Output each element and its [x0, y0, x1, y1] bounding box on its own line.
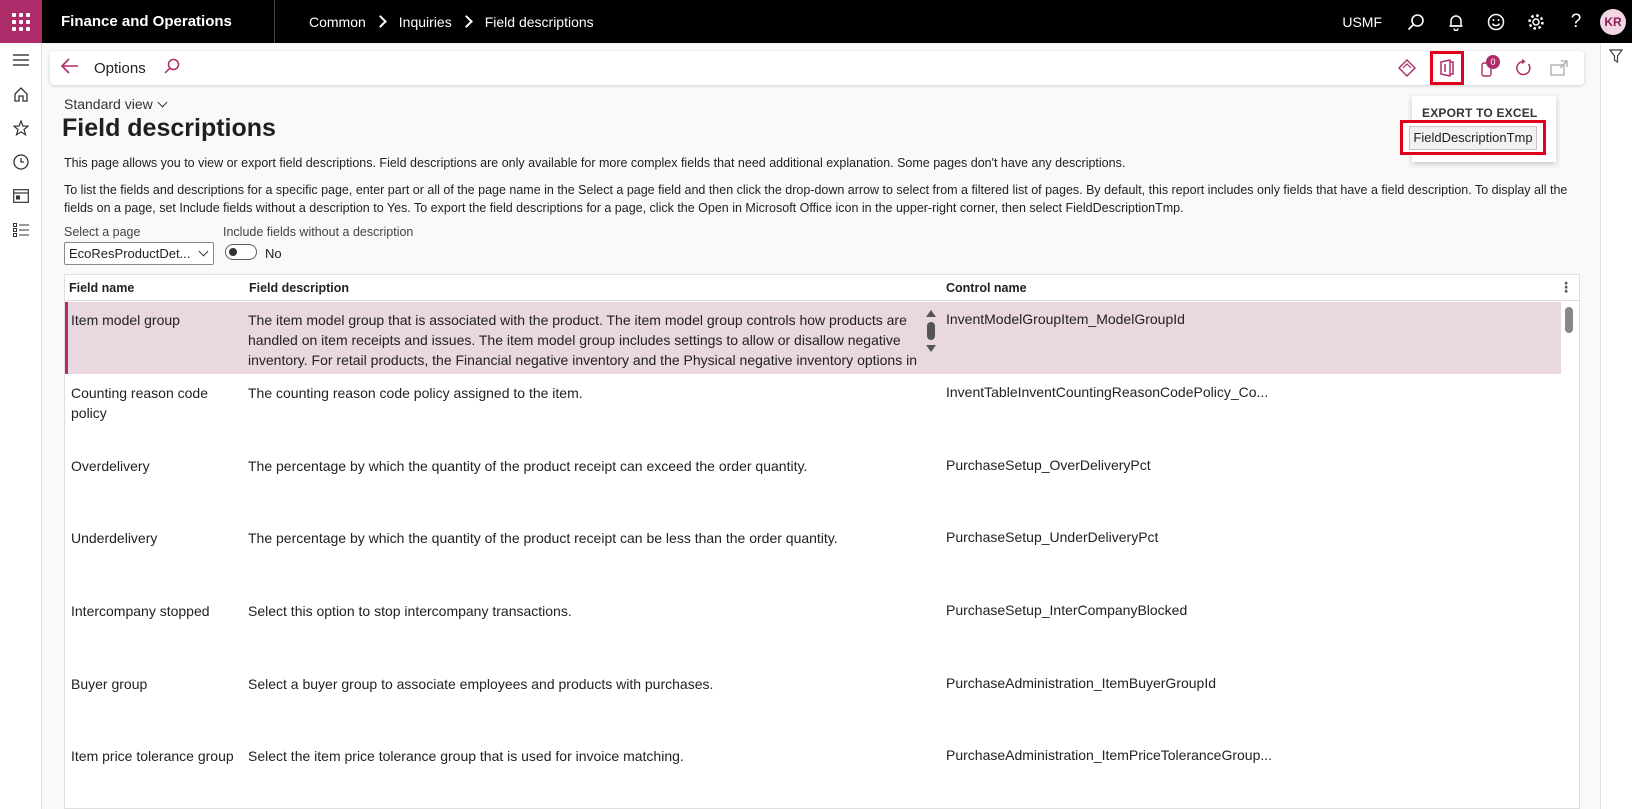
- chevron-right-icon: [373, 15, 387, 28]
- field-description-cell: The counting reason code policy assigned…: [248, 385, 583, 401]
- control-name-cell: PurchaseAdministration_ItemBuyerGroupId: [946, 675, 1217, 691]
- column-header-field-name[interactable]: Field name: [69, 281, 134, 295]
- grid-header: Field name Field description Control nam…: [65, 275, 1579, 301]
- column-header-control-name[interactable]: Control name: [946, 281, 1027, 295]
- app-launcher-button[interactable]: [0, 0, 42, 43]
- control-name-cell: PurchaseSetup_OverDeliveryPct: [946, 457, 1151, 473]
- include-fields-value: No: [265, 246, 282, 261]
- field-name-cell: Underdelivery: [71, 530, 158, 546]
- breadcrumb-field-descriptions[interactable]: Field descriptions: [485, 14, 594, 30]
- search-icon[interactable]: [1396, 0, 1436, 43]
- field-name-cell: Item model group: [71, 312, 180, 328]
- table-row[interactable]: Underdelivery The percentage by which th…: [65, 520, 1561, 592]
- back-arrow-icon[interactable]: [54, 57, 86, 80]
- left-navigation: [0, 43, 42, 809]
- bell-icon[interactable]: [1436, 0, 1476, 43]
- top-right-tools: USMF ? KR: [1342, 0, 1632, 43]
- field-name-cell: Buyer group: [71, 676, 148, 692]
- table-row[interactable]: Counting reason code policy The counting…: [65, 375, 1561, 447]
- select-page-value: EcoResProductDet...: [69, 246, 191, 261]
- open-in-office-button[interactable]: [1430, 51, 1464, 85]
- field-description-cell: Select a buyer group to associate employ…: [248, 676, 714, 692]
- filter-icon[interactable]: [1608, 49, 1624, 67]
- view-selector-label: Standard view: [64, 96, 153, 112]
- attachment-count-badge: 0: [1486, 55, 1500, 69]
- field-description-cell: The item model group that is associated …: [248, 312, 917, 368]
- table-row[interactable]: Intercompany stopped Select this option …: [65, 593, 1561, 665]
- table-row[interactable]: Buyer group Select a buyer group to asso…: [65, 666, 1561, 738]
- diamond-icon[interactable]: [1394, 55, 1420, 81]
- help-icon[interactable]: ?: [1556, 0, 1596, 43]
- home-icon[interactable]: [0, 77, 42, 111]
- scroll-up-icon[interactable]: [926, 310, 936, 317]
- breadcrumb: Common Inquiries Field descriptions: [275, 14, 594, 30]
- clock-icon[interactable]: [0, 145, 42, 179]
- smiley-icon[interactable]: [1476, 0, 1516, 43]
- control-name-cell: PurchaseAdministration_ItemPriceToleranc…: [946, 747, 1273, 763]
- export-menu-title: EXPORT TO EXCEL: [1422, 106, 1538, 120]
- breadcrumb-inquiries[interactable]: Inquiries: [399, 14, 452, 30]
- cell-scrollbar[interactable]: [924, 308, 938, 370]
- grid-scrollbar[interactable]: [1565, 305, 1575, 805]
- view-selector[interactable]: Standard view: [64, 96, 168, 112]
- field-name-cell: Intercompany stopped: [71, 603, 210, 619]
- toggle-knob: [229, 248, 237, 256]
- company-picker[interactable]: USMF: [1342, 14, 1382, 30]
- table-row[interactable]: Item price tolerance group Select the it…: [65, 738, 1561, 808]
- field-name-cell: Item price tolerance group: [71, 748, 234, 764]
- page-title: Field descriptions: [62, 114, 276, 142]
- gear-icon[interactable]: [1516, 0, 1556, 43]
- list-icon[interactable]: [0, 213, 42, 247]
- avatar[interactable]: KR: [1600, 8, 1626, 35]
- control-name-cell: PurchaseSetup_UnderDeliveryPct: [946, 529, 1159, 545]
- field-description-cell: Select the item price tolerance group th…: [248, 748, 684, 764]
- more-options-icon[interactable]: ⋮: [1559, 279, 1573, 296]
- action-pane: Options 0: [50, 51, 1584, 85]
- table-row[interactable]: Overdelivery The percentage by which the…: [65, 448, 1561, 520]
- column-header-field-description[interactable]: Field description: [249, 281, 349, 295]
- control-name-cell: PurchaseSetup_InterCompanyBlocked: [946, 602, 1188, 618]
- control-name-cell: InventModelGroupItem_ModelGroupId: [946, 311, 1185, 327]
- refresh-icon[interactable]: [1510, 55, 1536, 81]
- field-name-cell: Overdelivery: [71, 458, 150, 474]
- page-description: This page allows you to view or export f…: [64, 156, 1126, 170]
- export-item-highlight: FieldDescriptionTmp: [1400, 120, 1546, 155]
- chevron-right-icon: [459, 15, 473, 28]
- right-rail: [1600, 43, 1632, 809]
- scroll-down-icon[interactable]: [926, 345, 936, 352]
- field-description-cell: Select this option to stop intercompany …: [248, 603, 572, 619]
- app-name[interactable]: Finance and Operations: [42, 0, 275, 43]
- field-description-cell: The percentage by which the quantity of …: [248, 458, 808, 474]
- main-content: Options 0 Standard view Field descriptio…: [42, 43, 1600, 809]
- page-instructions: To list the fields and descriptions for …: [64, 183, 1568, 215]
- star-icon[interactable]: [0, 111, 42, 145]
- chevron-down-icon: [198, 246, 209, 257]
- field-descriptions-grid: Field name Field description Control nam…: [64, 274, 1580, 809]
- export-to-excel-menu: EXPORT TO EXCEL FieldDescriptionTmp: [1400, 96, 1556, 162]
- control-name-cell: InventTableInventCountingReasonCodePolic…: [946, 384, 1269, 400]
- chevron-down-icon: [157, 97, 168, 108]
- workspace-icon[interactable]: [0, 179, 42, 213]
- field-name-cell: Counting reason code policy: [71, 385, 208, 421]
- options-tab[interactable]: Options: [94, 60, 146, 77]
- field-description-tmp-button[interactable]: FieldDescriptionTmp: [1409, 125, 1537, 150]
- office-icon: [1440, 59, 1454, 77]
- scroll-thumb[interactable]: [1565, 307, 1573, 333]
- top-nav-bar: Finance and Operations Common Inquiries …: [0, 0, 1632, 43]
- hamburger-icon[interactable]: [0, 43, 42, 77]
- include-fields-toggle[interactable]: [225, 244, 257, 260]
- search-icon[interactable]: [164, 58, 180, 79]
- action-pane-tools: 0: [1394, 51, 1572, 85]
- select-page-label: Select a page: [64, 225, 141, 239]
- popout-icon[interactable]: [1546, 55, 1572, 81]
- scroll-thumb[interactable]: [927, 322, 935, 340]
- field-description-cell: The percentage by which the quantity of …: [248, 530, 838, 546]
- waffle-icon: [12, 12, 30, 31]
- attachment-icon[interactable]: 0: [1474, 55, 1500, 81]
- include-fields-label: Include fields without a description: [223, 225, 414, 239]
- breadcrumb-common[interactable]: Common: [309, 14, 366, 30]
- select-page-dropdown[interactable]: EcoResProductDet...: [64, 242, 214, 265]
- table-row[interactable]: Item model group The item model group th…: [65, 302, 1561, 374]
